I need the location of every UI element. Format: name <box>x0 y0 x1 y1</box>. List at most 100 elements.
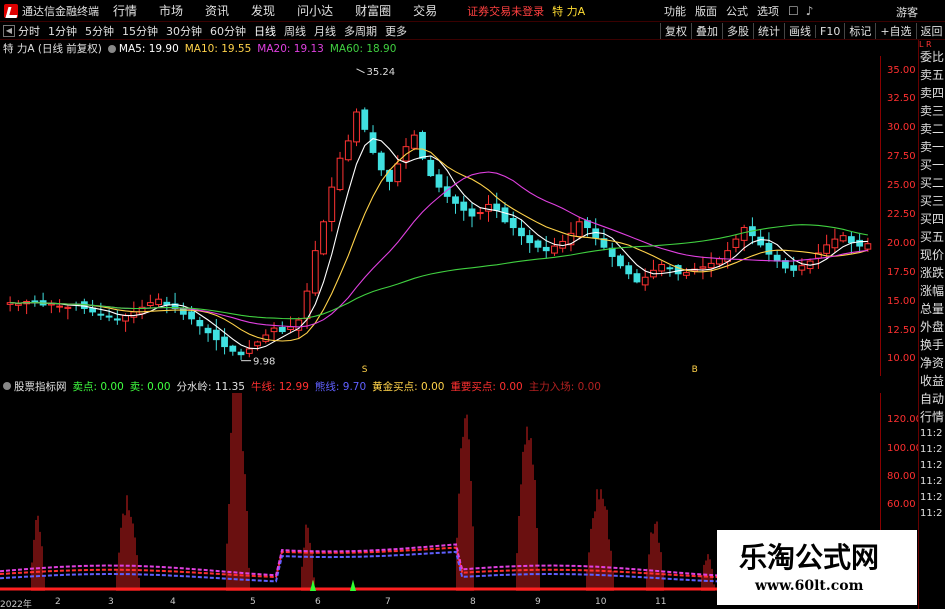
overlay-button[interactable]: 叠加 <box>691 23 722 39</box>
menu-function[interactable]: 功能 <box>664 3 686 19</box>
menu-item-market[interactable]: 市场 <box>159 2 183 19</box>
candle-body <box>435 174 443 188</box>
period-5min[interactable]: 5分钟 <box>85 23 114 39</box>
draw-button[interactable]: 画线 <box>784 23 815 39</box>
period-multi[interactable]: 多周期 <box>344 23 377 39</box>
settings-dot-icon[interactable] <box>107 44 116 53</box>
period-weekly[interactable]: 周线 <box>284 23 306 39</box>
side-panel-item[interactable]: 净资 <box>919 354 945 372</box>
candle-body <box>765 242 773 255</box>
candle-body <box>212 329 220 341</box>
buy-signal-marker <box>310 579 316 591</box>
signal-marker: B <box>692 365 698 375</box>
period-60min[interactable]: 60分钟 <box>210 23 246 39</box>
price-tick: 27.50 <box>887 151 916 163</box>
side-panel-item[interactable]: 收益 <box>919 372 945 390</box>
chart-stock-name: 特 力A (日线 前复权) <box>3 43 102 55</box>
menu-item-ask[interactable]: 问小达 <box>297 2 333 19</box>
indicator-tick: 60.00 <box>887 499 916 511</box>
side-panel-item[interactable]: 行情 <box>919 408 945 426</box>
candle-body <box>534 240 542 248</box>
side-panel-item[interactable]: 卖五 <box>919 66 945 84</box>
date-label: 4 <box>170 597 176 607</box>
back-button[interactable]: 返回 <box>915 23 945 39</box>
indicator-settings-icon[interactable] <box>3 382 11 390</box>
period-1min[interactable]: 1分钟 <box>48 23 77 39</box>
candle-body <box>14 303 22 306</box>
buy-signal-marker <box>350 579 356 591</box>
menu-item-quotes[interactable]: 行情 <box>113 2 137 19</box>
indicator-value-4: 熊线: 9.70 <box>314 380 367 393</box>
candle-body <box>410 134 418 149</box>
candle-body <box>452 196 459 204</box>
collapse-icon[interactable]: ◀ <box>3 24 15 37</box>
side-panel-item[interactable]: 卖一 <box>919 138 945 156</box>
guest-label[interactable]: 游客 <box>896 4 918 20</box>
side-panel-item[interactable]: 买一 <box>919 156 945 174</box>
indicator-value-0: 卖点: 0.00 <box>72 380 124 393</box>
candle-body <box>617 255 624 267</box>
side-panel-item[interactable]: 涨跌 <box>919 264 945 282</box>
period-monthly[interactable]: 月线 <box>314 23 336 39</box>
period-daily[interactable]: 日线 <box>254 23 276 39</box>
indicator-value-7: 主力入场: 0.00 <box>528 380 601 393</box>
side-panel-header[interactable]: L R <box>919 40 945 49</box>
side-panel-item[interactable]: 换手 <box>919 336 945 354</box>
period-30min[interactable]: 30分钟 <box>166 23 202 39</box>
candle-body <box>204 327 212 334</box>
menu-item-discover[interactable]: 发现 <box>251 2 275 19</box>
menu-item-trade[interactable]: 交易 <box>413 2 437 19</box>
side-panel-item[interactable]: 外盘 <box>919 318 945 336</box>
mark-button[interactable]: 标记 <box>844 23 875 39</box>
login-status[interactable]: 证券交易未登录 <box>467 3 544 19</box>
candle-body <box>113 318 121 321</box>
candlestick-chart[interactable]: 35.24 9.98 S B <box>0 56 880 376</box>
f10-button[interactable]: F10 <box>815 24 844 38</box>
side-panel-item[interactable]: 卖三 <box>919 102 945 120</box>
candle-body <box>526 235 534 244</box>
indicator-value-2: 分水岭: 11.35 <box>176 380 245 393</box>
signal-marker: S <box>362 365 368 375</box>
menu-layout[interactable]: 版面 <box>695 3 717 19</box>
tick-time: 11:2 <box>920 476 943 487</box>
candle-body <box>847 236 855 244</box>
watermark: 乐淘公式网 www.60lt.com <box>717 530 917 605</box>
price-tick: 10.00 <box>887 353 916 365</box>
side-panel-item[interactable]: 买二 <box>919 174 945 192</box>
candle-body <box>633 273 641 283</box>
menu-options[interactable]: 选项 <box>757 3 779 19</box>
candle-body <box>336 157 344 191</box>
side-panel-item[interactable]: 现价 <box>919 246 945 264</box>
candle-body <box>419 131 426 159</box>
period-timeshare[interactable]: 分时 <box>18 23 40 39</box>
side-panel-item[interactable]: 自动 <box>919 390 945 408</box>
candle-body <box>518 227 525 237</box>
adjust-button[interactable]: 复权 <box>660 23 691 39</box>
side-panel-item[interactable]: 卖二 <box>919 120 945 138</box>
stats-button[interactable]: 统计 <box>753 23 784 39</box>
date-label: 6 <box>315 597 321 607</box>
quote-side-panel: L R 委比 卖五 卖四 卖三 卖二 卖一 买一 买二 买三 买四 买五 现价 涨跌 涨幅 总量 外盘 换手 净资… <box>918 40 945 609</box>
bell-icon[interactable]: ♪ <box>806 4 814 18</box>
period-more[interactable]: 更多 <box>385 23 407 39</box>
indicator-value-5: 黄金买点: 0.00 <box>372 380 445 393</box>
add-watchlist-button[interactable]: +自选 <box>875 23 915 39</box>
ma10-value: MA10: 19.55 <box>184 42 252 55</box>
side-panel-item[interactable]: 卖四 <box>919 84 945 102</box>
side-panel-item[interactable]: 总量 <box>919 300 945 318</box>
price-tick: 35.00 <box>887 64 916 76</box>
menu-item-news[interactable]: 资讯 <box>205 2 229 19</box>
side-panel-item[interactable]: 买三 <box>919 192 945 210</box>
menu-item-wealth[interactable]: 财富圈 <box>355 2 391 19</box>
side-panel-item[interactable]: 委比 <box>919 48 945 66</box>
indicator-tick: 100.00 <box>887 442 922 454</box>
side-panel-item[interactable]: 涨幅 <box>919 282 945 300</box>
candle-body <box>493 203 501 211</box>
side-panel-item[interactable]: 买四 <box>919 210 945 228</box>
side-panel-item[interactable]: 买五 <box>919 228 945 246</box>
chat-icon[interactable]: ☐ <box>788 4 799 18</box>
period-15min[interactable]: 15分钟 <box>122 23 158 39</box>
price-tick: 15.00 <box>887 295 916 307</box>
multi-stock-button[interactable]: 多股 <box>722 23 753 39</box>
menu-formula[interactable]: 公式 <box>726 3 748 19</box>
